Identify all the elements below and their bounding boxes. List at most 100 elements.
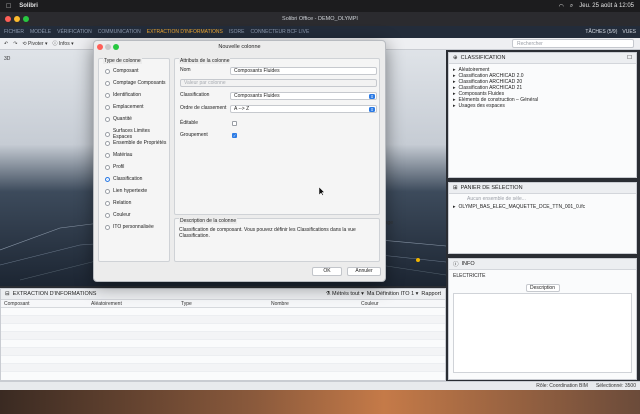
radio[interactable]	[105, 68, 110, 74]
radio[interactable]	[105, 152, 110, 158]
classification-icon: ⊕	[453, 55, 458, 61]
classification-select[interactable]: Composants Fluides ⇕	[230, 92, 377, 100]
table-row[interactable]	[1, 364, 445, 372]
dialog-minimize-button	[105, 44, 111, 50]
dialog-close-button[interactable]	[97, 44, 103, 50]
nav-verification[interactable]: VÉRIFICATION	[57, 29, 92, 35]
view-3d-label: 3D	[4, 56, 11, 62]
nav-fichier[interactable]: FICHIER	[4, 29, 24, 35]
table-row[interactable]	[1, 348, 445, 356]
type-couleur[interactable]: Couleur	[105, 212, 131, 218]
description-text: Classification de composant. Vous pouvez…	[179, 227, 356, 239]
extraction-icon: ⊟	[5, 291, 10, 297]
nav-extraction[interactable]: EXTRACTION D'INFORMATIONS	[147, 29, 223, 35]
editable-checkbox[interactable]	[232, 121, 237, 126]
col-couleur[interactable]: Couleur	[361, 301, 441, 307]
infos-button[interactable]: ⓘ Infos ▾	[52, 40, 73, 47]
type-surfaces[interactable]: Surfaces Limites Espaces	[105, 128, 169, 140]
extraction-table-body	[1, 308, 445, 372]
window-title: Solibri Office - DEMO_OLYMPI	[282, 16, 358, 22]
search-input[interactable]: Rechercher	[512, 39, 634, 48]
radio-selected[interactable]	[105, 176, 110, 182]
select-arrow-icon: ⇕	[369, 93, 375, 99]
apple-icon[interactable]: 	[6, 3, 11, 10]
pivoter-button[interactable]: ⟲ Pivoter ▾	[22, 41, 47, 47]
table-row[interactable]	[1, 324, 445, 332]
zoom-window-button[interactable]	[23, 16, 29, 22]
col-type[interactable]: Type	[181, 301, 271, 307]
type-emplacement[interactable]: Emplacement	[105, 104, 144, 110]
radio[interactable]	[105, 224, 110, 230]
type-profil[interactable]: Profil	[105, 164, 124, 170]
ordre-select[interactable]: A --> Z ⇕	[230, 105, 377, 113]
ok-button[interactable]: OK	[312, 267, 342, 276]
main-nav: FICHIER MODÈLE VÉRIFICATION COMMUNICATIO…	[0, 26, 640, 38]
redo-icon[interactable]: ↷	[13, 41, 17, 47]
radio[interactable]	[105, 104, 110, 110]
nav-isore[interactable]: ISORE	[229, 29, 245, 35]
tab-description[interactable]: Description	[525, 284, 560, 292]
panel-close-icon[interactable]: ☐	[627, 55, 632, 61]
type-materiau[interactable]: Matériau	[105, 152, 132, 158]
clock[interactable]: Jeu. 25 août à 12:05	[579, 3, 634, 9]
wifi-icon[interactable]: ◠	[559, 3, 564, 10]
radio[interactable]	[105, 80, 110, 86]
basket-icon: ⊞	[453, 185, 458, 191]
undo-icon[interactable]: ↶	[4, 41, 8, 47]
basket-header: ⊞ PANIER DE SÉLECTION	[449, 183, 636, 194]
close-window-button[interactable]	[5, 16, 11, 22]
type-comptage[interactable]: Comptage Composants	[105, 80, 166, 86]
nom-field[interactable]: Composants Fluides	[230, 67, 377, 75]
radio[interactable]	[105, 164, 110, 170]
radio[interactable]	[105, 212, 110, 218]
radio[interactable]	[105, 131, 110, 137]
nav-vues[interactable]: VUES	[622, 29, 636, 35]
type-composant[interactable]: Composant	[105, 68, 139, 74]
info-icon: ⓘ	[453, 262, 459, 268]
col-composant[interactable]: Composant	[1, 301, 91, 307]
classification-tree: ▸ Aléatoirement ▸ Classification ARCHICA…	[449, 64, 636, 109]
type-identification[interactable]: Identification	[105, 92, 141, 98]
nav-modele[interactable]: MODÈLE	[30, 29, 51, 35]
table-row[interactable]	[1, 340, 445, 348]
nav-taches[interactable]: TÂCHES (5/9)	[585, 29, 617, 35]
type-relation[interactable]: Relation	[105, 200, 131, 206]
minimize-window-button[interactable]	[14, 16, 20, 22]
app-menu[interactable]: Solibri	[19, 3, 38, 9]
status-bar: Rôle: Coordination BIM Sélectionné: 3500	[0, 381, 640, 390]
radio[interactable]	[105, 200, 110, 206]
nav-bcf-live[interactable]: CONNECTEUR BCF LIVE	[250, 29, 309, 35]
radio[interactable]	[105, 92, 110, 98]
nav-communication[interactable]: COMMUNICATION	[98, 29, 141, 35]
table-row[interactable]	[1, 332, 445, 340]
type-classification[interactable]: Classification	[105, 176, 142, 182]
extraction-panel: ⊟ EXTRACTION D'INFORMATIONS ⚗ Métrés tou…	[0, 288, 446, 381]
definition-dropdown[interactable]: Ma Définition ITO 1 ▾	[367, 291, 419, 297]
table-row[interactable]	[1, 356, 445, 364]
col-aleatoirement[interactable]: Aléatoirement	[91, 301, 181, 307]
col-nombre[interactable]: Nombre	[271, 301, 361, 307]
macos-menubar:  Solibri ◠ ⌕ Jeu. 25 août à 12:05	[0, 0, 640, 12]
groupement-checkbox[interactable]: ✓	[232, 133, 237, 138]
table-row[interactable]	[1, 308, 445, 316]
basket-set-select[interactable]: Aucun ensemble de séle...	[449, 194, 636, 202]
tree-item[interactable]: ▸ Usages des espaces	[449, 103, 636, 109]
cancel-button[interactable]: Annuler	[347, 267, 381, 276]
type-lien[interactable]: Lien hypertexte	[105, 188, 147, 194]
desktop-wallpaper	[0, 390, 640, 414]
editable-label: Éditable	[180, 120, 199, 126]
radio[interactable]	[105, 188, 110, 194]
description-title: Description de la colonne	[179, 218, 238, 224]
basket-file-row[interactable]: ▸ OLYMPI_BAS_ELEC_MAQUETTE_DCE_TTN_001_0…	[449, 204, 636, 210]
rapport-button[interactable]: Rapport	[421, 291, 441, 297]
type-ensemble-proprietes[interactable]: Ensemble de Propriétés	[105, 140, 166, 146]
window-titlebar: Solibri Office - DEMO_OLYMPI	[0, 12, 640, 26]
metres-dropdown[interactable]: ⚗ Métrés tout ▾	[326, 291, 364, 297]
dialog-zoom-button[interactable]	[113, 44, 119, 50]
radio[interactable]	[105, 140, 110, 146]
type-ito[interactable]: ITO personnalisée	[105, 224, 154, 230]
table-row[interactable]	[1, 316, 445, 324]
type-quantite[interactable]: Quantité	[105, 116, 132, 122]
search-icon[interactable]: ⌕	[570, 3, 573, 10]
radio[interactable]	[105, 116, 110, 122]
